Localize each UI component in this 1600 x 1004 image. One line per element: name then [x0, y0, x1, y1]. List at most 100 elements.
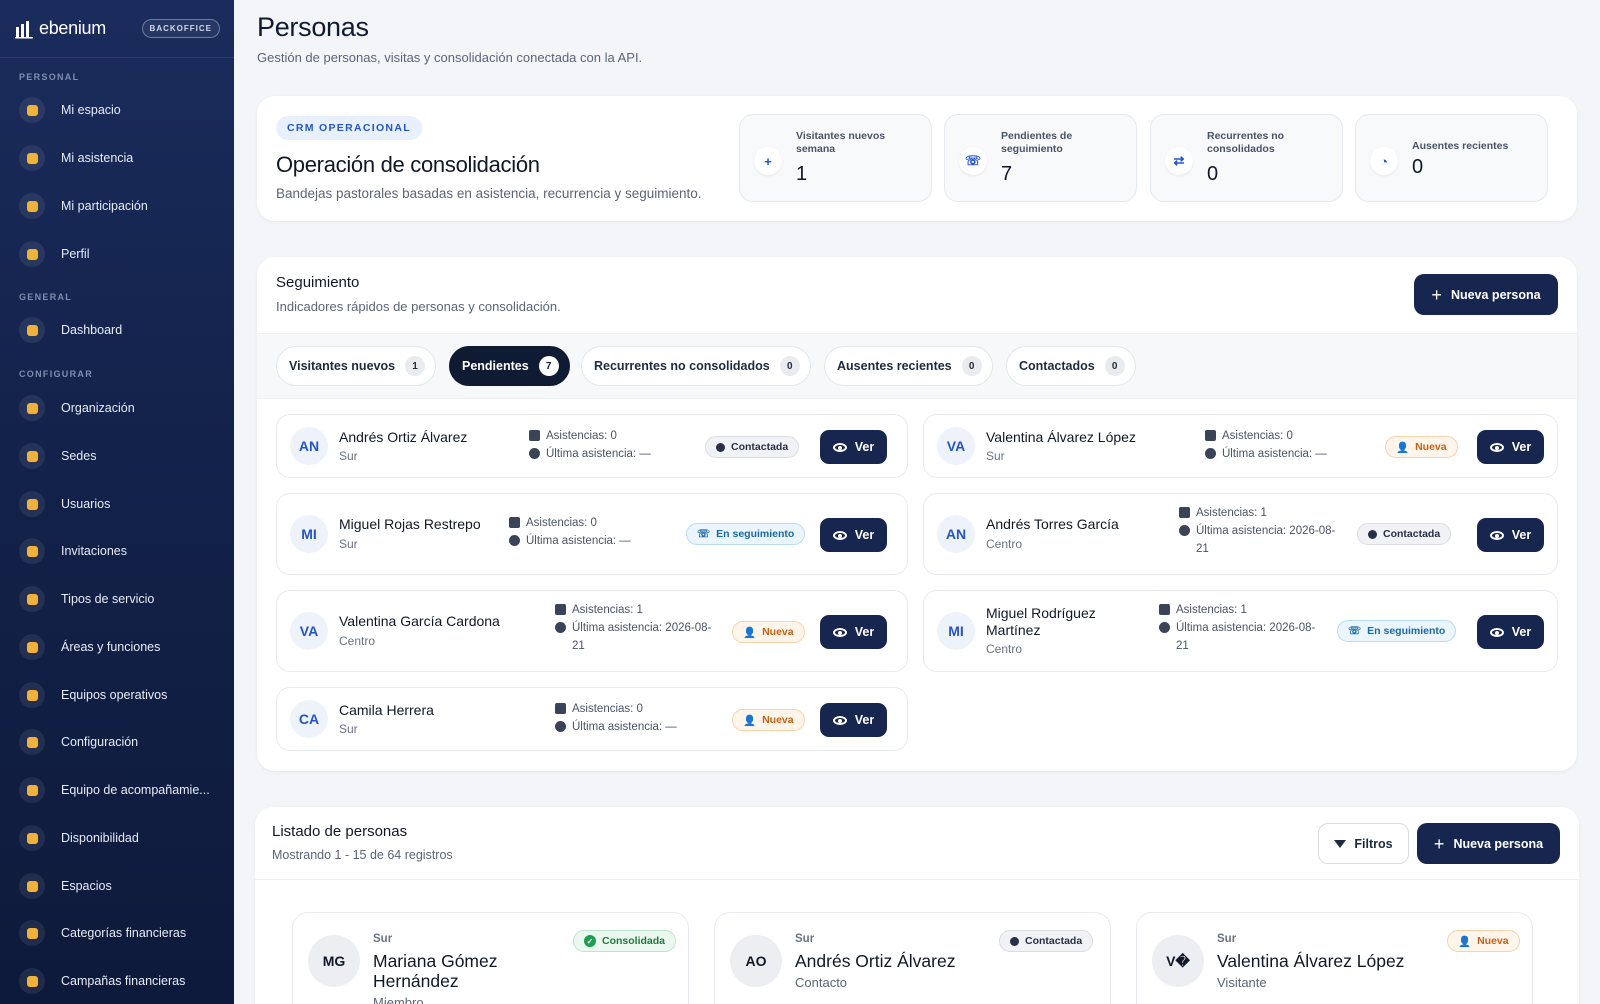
last-attendance: Última asistencia: — — [546, 448, 651, 460]
sidebar-item-3[interactable]: Mi participación — [19, 193, 148, 219]
attendance-count: Asistencias: 0 — [526, 517, 597, 529]
sidebar-item-9[interactable]: Invitaciones — [19, 538, 127, 564]
view-button[interactable]: Ver — [820, 430, 887, 464]
person-card[interactable]: CA Camila Herrera Sur Asistencias: 0 Últ… — [276, 687, 908, 751]
status-badge: Contactada — [999, 930, 1094, 952]
button-label: Ver — [1511, 440, 1532, 454]
person-card[interactable]: VA Valentina Álvarez López Sur Asistenci… — [923, 414, 1558, 478]
sidebar-item-5[interactable]: Dashboard — [19, 317, 122, 343]
listado-subtitle: Mostrando 1 - 15 de 64 registros — [272, 848, 453, 862]
person-list-card[interactable]: AO Sur Andrés Ortiz Álvarez Contacto Con… — [714, 912, 1111, 1004]
sidebar-item-8[interactable]: Usuarios — [19, 491, 110, 517]
last-attendance: Última asistencia: — — [1222, 448, 1327, 460]
button-label: Ver — [854, 713, 875, 727]
person-name: Miguel Rojas Restrepo — [339, 516, 481, 532]
sidebar-item-13[interactable]: Configuración — [19, 729, 138, 755]
sidebar-item-2[interactable]: Mi asistencia — [19, 145, 133, 171]
icon-glyph — [26, 784, 38, 796]
tab-recurrentes[interactable]: Recurrentes no consolidados 0 — [581, 346, 811, 386]
sidebar-item-label: Mi espacio — [61, 103, 121, 117]
view-button[interactable]: Ver — [1477, 518, 1544, 552]
attendance-meta: Asistencias: 1 Última asistencia: 2026-0… — [555, 601, 715, 655]
stat-recurrentes[interactable]: ⇄ Recurrentes no consolidados 0 — [1150, 114, 1343, 202]
view-button[interactable]: Ver — [1477, 430, 1544, 464]
sidebar-item-7[interactable]: Sedes — [19, 443, 96, 469]
filters-button[interactable]: Filtros — [1318, 823, 1409, 864]
sidebar-item-10[interactable]: Tipos de servicio — [19, 586, 154, 612]
tab-ausentes[interactable]: Ausentes recientes 0 — [824, 346, 993, 386]
stat-ausentes[interactable]: ◔ Ausentes recientes 0 — [1355, 114, 1548, 202]
person-name: Andrés Torres García — [986, 516, 1119, 532]
status-badge: Contactada — [705, 436, 800, 458]
attendance-meta: Asistencias: 1 Última asistencia: 2026-0… — [1179, 504, 1339, 558]
sidebar-item-11[interactable]: Áreas y funciones — [19, 634, 160, 660]
view-button[interactable]: Ver — [820, 615, 887, 649]
sliders-icon — [19, 729, 45, 755]
new-person-button[interactable]: + Nueva persona — [1414, 274, 1558, 315]
person-list-card[interactable]: V� Sur Valentina Álvarez López Visitante… — [1136, 912, 1533, 1004]
person-branch: Sur — [986, 449, 1005, 463]
crm-card: CRM OPERACIONAL Operación de consolidaci… — [257, 96, 1577, 221]
tab-label: Ausentes recientes — [837, 359, 952, 373]
sidebar-item-1[interactable]: Mi espacio — [19, 97, 121, 123]
person-sede: Sur — [1217, 933, 1237, 945]
view-button[interactable]: Ver — [820, 518, 887, 552]
tab-contactados[interactable]: Contactados 0 — [1006, 346, 1136, 386]
eye-icon — [832, 715, 847, 725]
status-label: En seguimiento — [716, 528, 795, 540]
last-attendance: Última asistencia: 2026-08-21 — [572, 622, 712, 652]
tag-icon — [19, 586, 45, 612]
person-list-card[interactable]: MG Sur Mariana Gómez Hernández Miembro C… — [292, 912, 689, 1004]
sidebar-item-label: Disponibilidad — [61, 831, 139, 845]
person-card[interactable]: MI Miguel Rojas Restrepo Sur Asistencias… — [276, 493, 908, 575]
tab-pendientes[interactable]: Pendientes 7 — [449, 346, 570, 386]
person-card[interactable]: AN Andrés Ortiz Álvarez Sur Asistencias:… — [276, 414, 908, 478]
new-person-button[interactable]: + Nueva persona — [1417, 823, 1560, 864]
sidebar-item-4[interactable]: Perfil — [19, 241, 89, 267]
attendance-count: Asistencias: 1 — [1176, 604, 1247, 616]
tab-visitantes-nuevos[interactable]: Visitantes nuevos 1 — [276, 346, 437, 386]
status-badge: Contactada — [1357, 523, 1452, 545]
sidebar-item-6[interactable]: Organización — [19, 395, 135, 421]
sidebar-item-15[interactable]: Disponibilidad — [19, 825, 139, 851]
user-plus-icon: + — [754, 147, 782, 175]
plus-icon: + — [1433, 833, 1445, 854]
icon-glyph — [26, 545, 38, 557]
view-button[interactable]: Ver — [820, 703, 887, 737]
sidebar: ebenium BACKOFFICE PERSONAL GENERAL CONF… — [0, 0, 234, 1004]
person-branch: Sur — [339, 537, 358, 551]
icon-glyph — [26, 832, 38, 844]
avatar: CA — [290, 700, 328, 738]
brand-bar: ebenium BACKOFFICE — [0, 0, 234, 58]
sidebar-item-18[interactable]: Campañas financieras — [19, 968, 185, 994]
view-button[interactable]: Ver — [1477, 615, 1544, 649]
brand-logo[interactable]: ebenium — [15, 18, 106, 39]
avatar: AO — [730, 935, 782, 987]
listado-title: Listado de personas — [272, 823, 408, 840]
sidebar-item-16[interactable]: Espacios — [19, 873, 112, 899]
sidebar-item-label: Equipos operativos — [61, 688, 168, 702]
person-card[interactable]: MI Miguel Rodríguez Martínez Centro Asis… — [923, 590, 1558, 672]
stat-pendientes[interactable]: ☏ Pendientes de seguimiento 7 — [944, 114, 1137, 202]
stat-visitantes[interactable]: + Visitantes nuevos semana 1 — [739, 114, 932, 202]
button-label: Nueva persona — [1453, 836, 1544, 851]
sidebar-item-12[interactable]: Equipos operativos — [19, 682, 167, 708]
icon-glyph — [26, 498, 38, 510]
phone-icon: ☏ — [959, 147, 987, 175]
attendance-meta: Asistencias: 1 Última asistencia: 2026-0… — [1159, 601, 1319, 655]
users-icon — [19, 491, 45, 517]
page-title: Personas — [257, 12, 369, 42]
sidebar-item-label: Invitaciones — [61, 544, 128, 558]
user-circle-icon — [19, 241, 45, 267]
tab-label: Recurrentes no consolidados — [594, 359, 770, 373]
sidebar-item-label: Organización — [61, 401, 135, 415]
person-card[interactable]: AN Andrés Torres García Centro Asistenci… — [923, 493, 1558, 575]
sidebar-item-17[interactable]: Categorías financieras — [19, 920, 186, 946]
section-general: GENERAL — [19, 292, 73, 302]
person-card[interactable]: VA Valentina García Cardona Centro Asist… — [276, 590, 908, 672]
sidebar-item-label: Espacios — [61, 879, 112, 893]
sidebar-item-14[interactable]: Equipo de acompañamie... — [19, 777, 210, 803]
attendance-count: Asistencias: 1 — [1196, 507, 1267, 519]
button-label: Ver — [854, 625, 875, 639]
person-role: Miembro — [373, 995, 424, 1004]
